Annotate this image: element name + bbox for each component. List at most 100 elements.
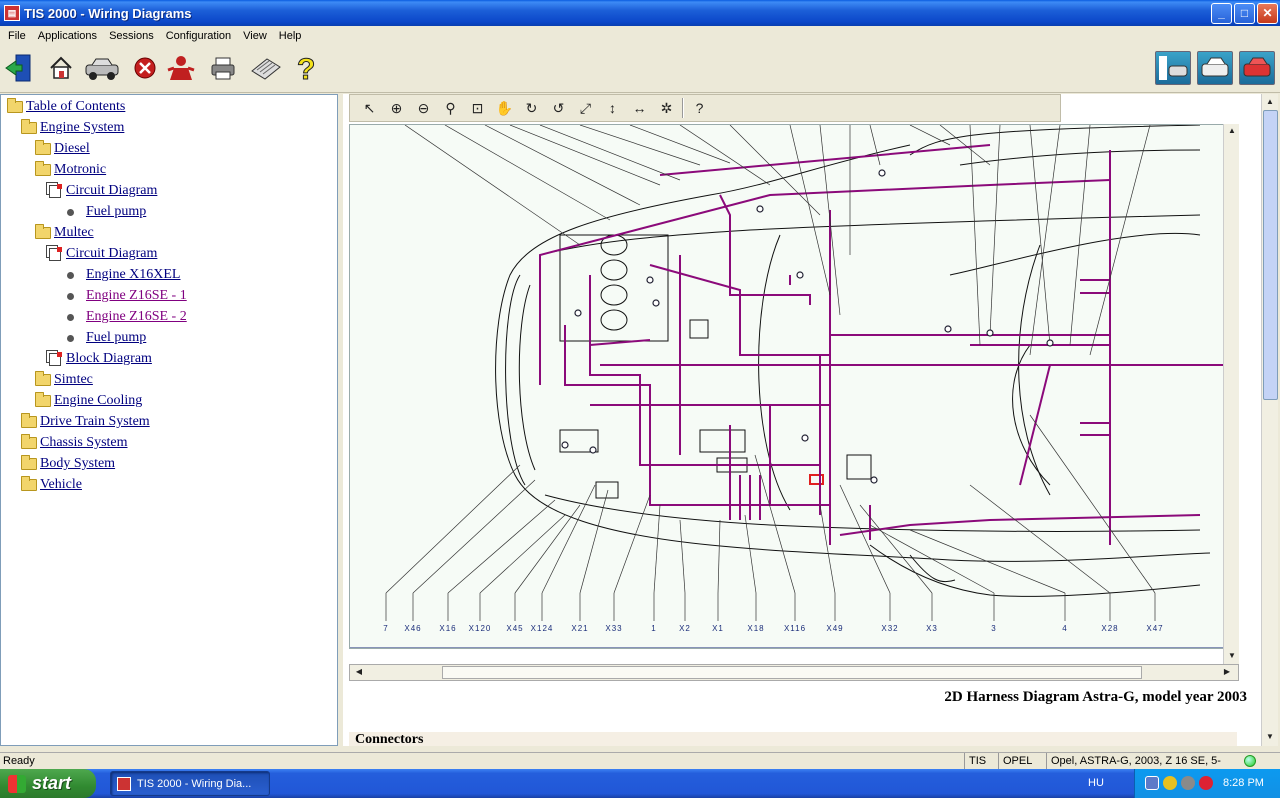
fit-page-icon[interactable]: ⤢ xyxy=(572,97,599,119)
tree-item[interactable]: Multec xyxy=(35,223,94,243)
scroll-left-arrow-icon[interactable]: ◀ xyxy=(352,665,366,679)
tree-item[interactable]: Circuit Diagram xyxy=(49,244,157,264)
minimize-button[interactable]: _ xyxy=(1211,3,1232,24)
taskbar-item-tis[interactable]: TIS 2000 - Wiring Dia... xyxy=(110,771,270,796)
rotate-cw-icon[interactable]: ↻ xyxy=(518,97,545,119)
menu-applications[interactable]: Applications xyxy=(32,30,103,42)
maximize-button[interactable]: □ xyxy=(1234,3,1255,24)
highlight-icon[interactable]: ✲ xyxy=(653,97,680,119)
title-bar[interactable]: ▤ TIS 2000 - Wiring Diagrams _ □ ✕ xyxy=(0,0,1280,26)
tree-item-label[interactable]: Fuel pump xyxy=(86,330,146,346)
connector-leader-line xyxy=(1029,414,1156,594)
table-of-contents-tree[interactable]: Table of Contents Engine System Diesel Motr… xyxy=(0,94,338,746)
tree-item[interactable]: Vehicle xyxy=(21,475,82,495)
diagram-horizontal-scrollbar[interactable]: ◀ ▶ xyxy=(349,664,1239,681)
diagnostics-app-icon[interactable] xyxy=(1155,51,1191,85)
network-icon[interactable] xyxy=(1145,776,1159,790)
menu-sessions[interactable]: Sessions xyxy=(103,30,160,42)
tree-item-label[interactable]: Multec xyxy=(54,225,94,241)
vehicle-select-icon[interactable] xyxy=(84,53,120,83)
tree-item-label[interactable]: Simtec xyxy=(54,372,93,388)
tree-item-label[interactable]: Fuel pump xyxy=(86,204,146,220)
tree-item-label[interactable]: Engine X16XEL xyxy=(86,267,180,283)
outer-scroll-thumb[interactable] xyxy=(1263,110,1278,400)
tree-item[interactable]: Circuit Diagram xyxy=(49,181,157,201)
connector-leader-line xyxy=(412,479,536,594)
connector-pin xyxy=(944,325,952,333)
tree-item[interactable]: Block Diagram xyxy=(49,349,152,369)
diagram-vertical-scrollbar[interactable]: ▲ ▼ xyxy=(1223,124,1239,664)
tree-item-label[interactable]: Table of Contents xyxy=(26,99,125,115)
scroll-down-arrow-icon[interactable]: ▼ xyxy=(1225,649,1239,663)
harness-diagram: 7 X46 X16 X120 X45 X124 X21 X33 1 X2 X1 X18 X116 X49 X… xyxy=(350,125,1236,648)
tree-item[interactable]: Engine System xyxy=(21,118,124,138)
tree-item-label[interactable]: Engine System xyxy=(40,120,124,136)
fit-width-icon[interactable]: ↔ xyxy=(626,97,653,119)
zoom-in-icon[interactable]: ⊕ xyxy=(383,97,410,119)
help-icon[interactable]: ? xyxy=(292,53,322,83)
tree-item-label[interactable]: Diesel xyxy=(54,141,90,157)
tree-item[interactable]: Engine Z16SE - 1 xyxy=(63,286,187,306)
language-indicator[interactable]: HU xyxy=(1088,777,1104,789)
tree-item-label[interactable]: Block Diagram xyxy=(66,351,152,367)
pan-hand-icon[interactable]: ✋ xyxy=(491,97,518,119)
tree-item-label[interactable]: Engine Z16SE - 2 xyxy=(86,309,187,325)
tree-item[interactable]: Fuel pump xyxy=(63,202,146,222)
tis-app-icon[interactable]: ▤ xyxy=(4,5,20,21)
fit-height-icon[interactable]: ↕ xyxy=(599,97,626,119)
tree-item[interactable]: Diesel xyxy=(35,139,90,159)
zoom-out-icon[interactable]: ⊖ xyxy=(410,97,437,119)
user-icon[interactable] xyxy=(166,53,196,83)
menu-view[interactable]: View xyxy=(237,30,273,42)
horizontal-scroll-thumb[interactable] xyxy=(442,666,1142,679)
close-button[interactable]: ✕ xyxy=(1257,3,1278,24)
home-icon[interactable] xyxy=(46,53,76,83)
tree-item-label[interactable]: Motronic xyxy=(54,162,106,178)
tree-item[interactable]: Motronic xyxy=(35,160,106,180)
tree-item[interactable]: Fuel pump xyxy=(63,328,146,348)
tree-item[interactable]: Drive Train System xyxy=(21,412,150,432)
harness-diagram-canvas[interactable]: 7 X46 X16 X120 X45 X124 X21 X33 1 X2 X1 X18 X116 X49 X… xyxy=(349,124,1237,649)
antivirus-icon[interactable] xyxy=(1199,776,1213,790)
scroll-right-arrow-icon[interactable]: ▶ xyxy=(1220,665,1234,679)
security-shield-icon[interactable] xyxy=(1163,776,1177,790)
menu-help[interactable]: Help xyxy=(273,30,308,42)
service-app-icon[interactable] xyxy=(1197,51,1233,85)
leader-line xyxy=(404,125,581,246)
start-button[interactable]: start xyxy=(0,769,96,798)
tree-item-label[interactable]: Drive Train System xyxy=(40,414,150,430)
zoom-window-icon[interactable]: ⊡ xyxy=(464,97,491,119)
clock[interactable]: 8:28 PM xyxy=(1223,777,1264,789)
tree-item-label[interactable]: Circuit Diagram xyxy=(66,246,157,262)
tree-item-label[interactable]: Circuit Diagram xyxy=(66,183,157,199)
outer-scroll-down-arrow-icon[interactable]: ▼ xyxy=(1263,730,1277,744)
tree-item-label[interactable]: Vehicle xyxy=(40,477,82,493)
content-vertical-scrollbar[interactable]: ▲ ▼ xyxy=(1261,94,1278,746)
tree-item-label[interactable]: Chassis System xyxy=(40,435,128,451)
tree-item[interactable]: Engine Cooling xyxy=(35,391,142,411)
tree-item-label[interactable]: Engine Cooling xyxy=(54,393,142,409)
vehicle-app-icon[interactable] xyxy=(1239,51,1275,85)
outer-scroll-up-arrow-icon[interactable]: ▲ xyxy=(1263,95,1277,109)
viewer-help-icon[interactable]: ? xyxy=(686,97,713,119)
tree-item[interactable]: Simtec xyxy=(35,370,93,390)
tree-item[interactable]: Chassis System xyxy=(21,433,128,453)
tree-item[interactable]: Engine X16XEL xyxy=(63,265,180,285)
speaker-icon[interactable] xyxy=(1181,776,1195,790)
tree-item-label[interactable]: Body System xyxy=(40,456,115,472)
menu-file[interactable]: File xyxy=(2,30,32,42)
tree-item-label[interactable]: Engine Z16SE - 1 xyxy=(86,288,187,304)
print-icon[interactable] xyxy=(208,53,238,83)
zoom-icon[interactable]: ⚲ xyxy=(437,97,464,119)
exit-icon[interactable] xyxy=(4,53,34,83)
menu-configuration[interactable]: Configuration xyxy=(160,30,237,42)
start-label: start xyxy=(32,773,72,793)
keyboard-icon[interactable] xyxy=(248,53,284,83)
rotate-ccw-icon[interactable]: ↺ xyxy=(545,97,572,119)
tree-item[interactable]: Table of Contents xyxy=(7,97,125,117)
scroll-up-arrow-icon[interactable]: ▲ xyxy=(1225,124,1239,138)
stop-icon[interactable] xyxy=(130,53,160,83)
select-pointer-icon[interactable]: ↖ xyxy=(356,97,383,119)
tree-item[interactable]: Engine Z16SE - 2 xyxy=(63,307,187,327)
tree-item[interactable]: Body System xyxy=(21,454,115,474)
